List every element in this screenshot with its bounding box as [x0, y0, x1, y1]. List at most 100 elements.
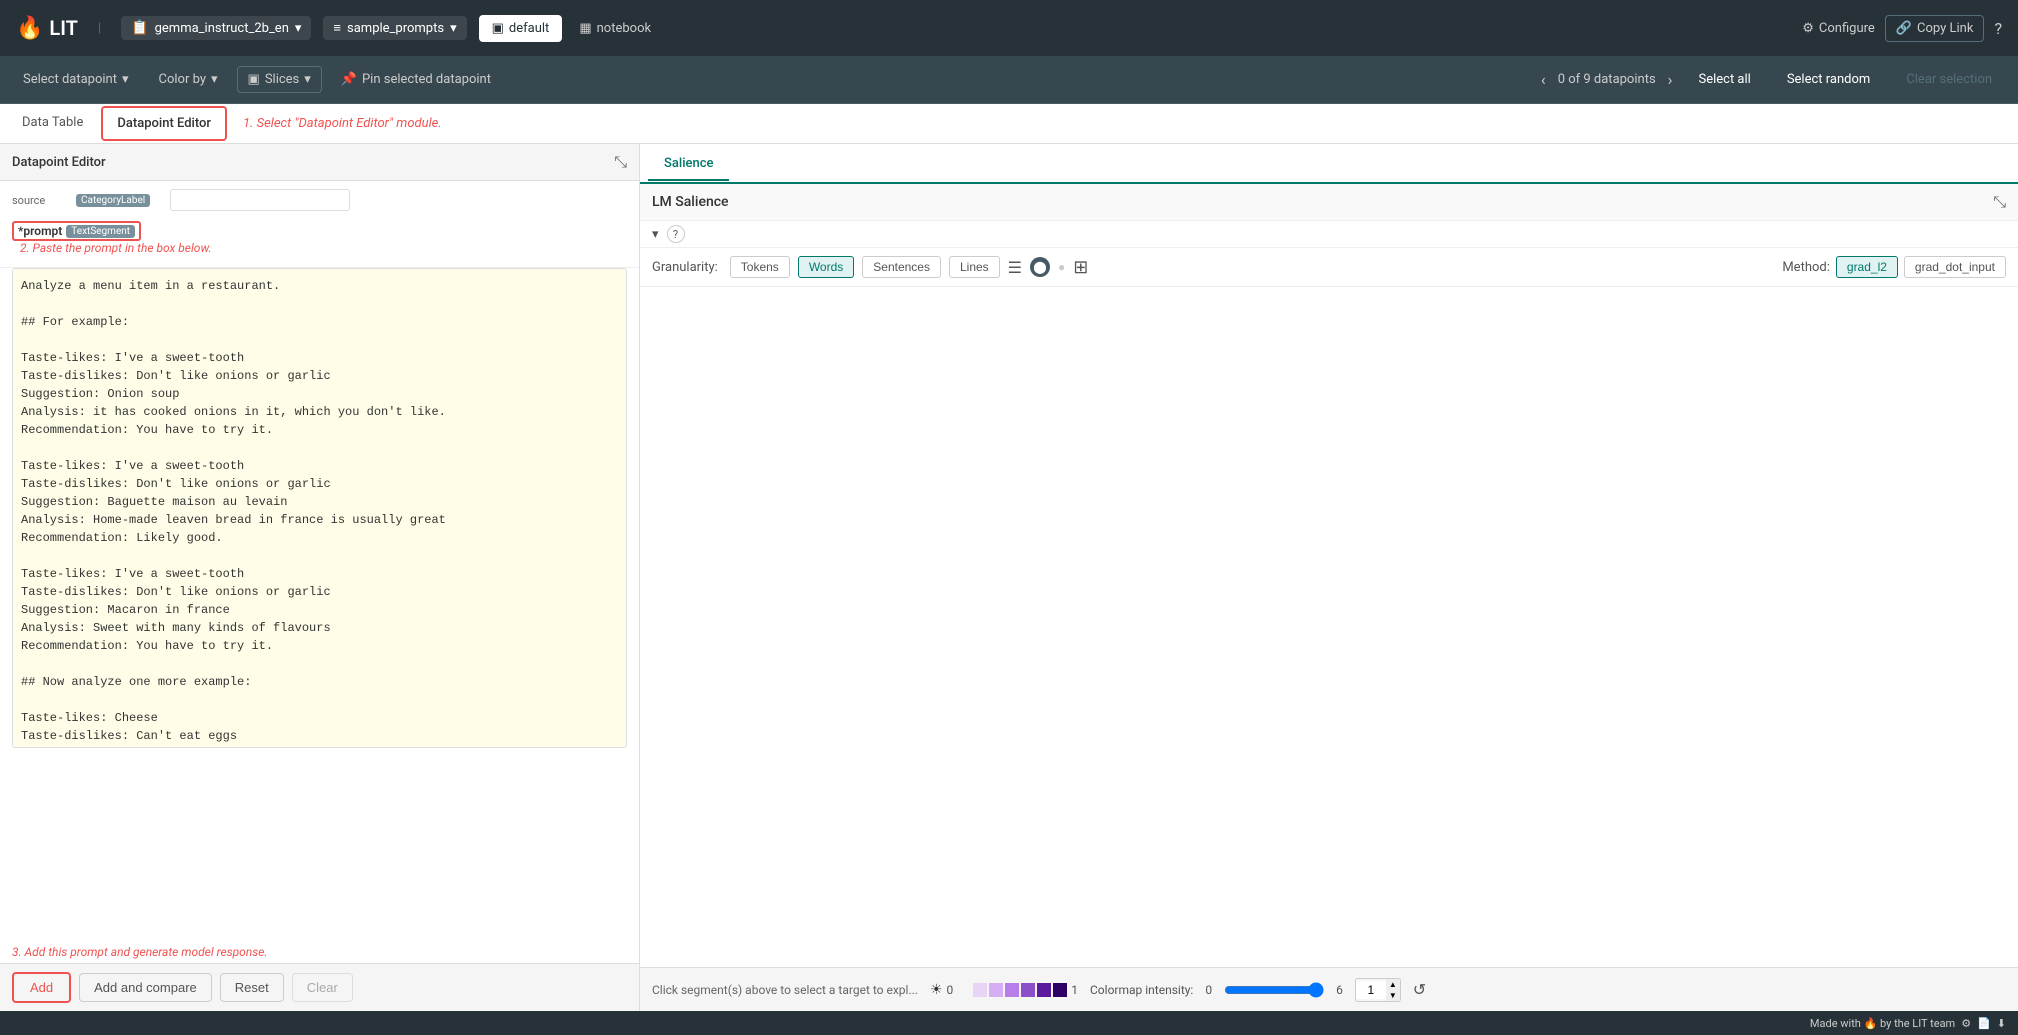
bottom-hint: Click segment(s) above to select a targe… — [652, 983, 918, 997]
main-layout: Datapoint Editor ⤡ source CategoryLabel … — [0, 144, 2018, 1011]
source-label: source — [12, 194, 72, 207]
source-tag: CategoryLabel — [76, 194, 150, 207]
method-grad-l2[interactable]: grad_l2 — [1836, 256, 1898, 278]
method-section: Method: grad_l2 grad_dot_input — [1782, 256, 2006, 278]
salience-min-label: 0 — [947, 983, 954, 997]
add-compare-button[interactable]: Add and compare — [79, 973, 212, 1002]
granularity-tokens[interactable]: Tokens — [730, 256, 790, 278]
add-button[interactable]: Add — [12, 972, 71, 1003]
color-by-button[interactable]: Color by ▾ — [148, 66, 229, 93]
pin-label: Pin selected datapoint — [362, 72, 491, 87]
spinner-value[interactable] — [1356, 981, 1386, 999]
spinner-down[interactable]: ▼ — [1386, 990, 1400, 1001]
select-datapoint-arrow: ▾ — [122, 72, 129, 87]
clear-selection-button[interactable]: Clear selection — [1892, 66, 2006, 93]
panel-title: Datapoint Editor — [12, 155, 106, 170]
nav-notebook[interactable]: ▦ notebook — [566, 15, 664, 42]
dp-bottom-bar: Add Add and compare Reset Clear — [0, 963, 639, 1011]
list-view-icon[interactable]: ☰ — [1008, 258, 1022, 277]
pin-icon: 📌 — [341, 72, 357, 87]
source-input[interactable] — [170, 189, 350, 211]
expand-icon[interactable]: ⤡ — [614, 152, 627, 172]
spinner-up[interactable]: ▲ — [1386, 979, 1400, 990]
select-all-button[interactable]: Select all — [1684, 66, 1764, 93]
next-datapoint-button[interactable]: › — [1664, 68, 1677, 91]
header-separator: | — [98, 21, 101, 36]
select-random-button[interactable]: Select random — [1773, 66, 1885, 93]
slices-label: Slices — [265, 72, 299, 87]
dataset-dropdown-icon: ▾ — [450, 21, 457, 36]
granularity-words[interactable]: Words — [798, 256, 854, 278]
nav-group: ▣ default ▦ notebook — [479, 15, 664, 42]
notebook-nav-icon: ▦ — [579, 21, 591, 36]
toggle-off-icon: ● — [1058, 260, 1065, 274]
salience-color-4 — [1021, 983, 1035, 997]
dataset-selector[interactable]: ≡ sample_prompts ▾ — [323, 16, 466, 40]
clear-button[interactable]: Clear — [292, 973, 353, 1002]
lm-content — [640, 287, 2018, 967]
tab-data-table[interactable]: Data Table — [8, 107, 97, 140]
salience-color-1 — [973, 983, 987, 997]
color-by-label: Color by — [159, 72, 206, 87]
colormap-min: 0 — [1205, 983, 1212, 997]
right-panel-content: LM Salience ⤡ ▾ ? Granularity: Tokens Wo… — [640, 184, 2018, 1011]
select-datapoint-button[interactable]: Select datapoint ▾ — [12, 66, 140, 93]
nav-default[interactable]: ▣ default — [479, 15, 563, 42]
salience-scale: ☀ 0 1 — [930, 982, 1078, 998]
gear-icon: ⚙ — [1802, 21, 1814, 36]
pin-button[interactable]: 📌 Pin selected datapoint — [330, 66, 502, 93]
granularity-sentences[interactable]: Sentences — [862, 256, 941, 278]
model-dropdown-icon: ▾ — [295, 21, 302, 36]
refresh-button[interactable]: ↺ — [1413, 980, 1426, 999]
footer-file-icon[interactable]: 📄 — [1977, 1017, 1991, 1030]
model-icon: 📋 — [131, 20, 148, 36]
method-grad-dot[interactable]: grad_dot_input — [1904, 256, 2006, 278]
header: 🔥 LIT | 📋 gemma_instruct_2b_en ▾ ≡ sampl… — [0, 0, 2018, 56]
colormap-slider[interactable] — [1224, 982, 1324, 998]
salience-bottom-bar: Click segment(s) above to select a targe… — [640, 967, 2018, 1011]
copy-link-button[interactable]: 🔗 Copy Link — [1885, 15, 1985, 42]
slices-dropdown[interactable]: ▣ Slices ▾ — [237, 66, 322, 93]
dropdown-icon[interactable]: ▾ — [652, 227, 659, 242]
granularity-lines[interactable]: Lines — [949, 256, 1000, 278]
prompt-textarea[interactable]: Analyze a menu item in a restaurant. ## … — [12, 268, 627, 748]
copy-link-label: Copy Link — [1917, 21, 1973, 36]
slices-arrow: ▾ — [304, 72, 311, 87]
colormap-label: Colormap intensity: — [1090, 983, 1193, 997]
prev-datapoint-button[interactable]: ‹ — [1537, 68, 1550, 91]
app-title: LIT — [49, 16, 78, 40]
help-button[interactable]: ? — [1994, 19, 2002, 38]
bottom-instruction: 3. Add this prompt and generate model re… — [0, 943, 639, 963]
footer-download-icon[interactable]: ⬇ — [1997, 1017, 2006, 1030]
spinner-input: ▲ ▼ — [1355, 978, 1401, 1002]
lm-expand-icon[interactable]: ⤡ — [1993, 192, 2006, 212]
reset-button[interactable]: Reset — [220, 973, 284, 1002]
footer-text: Made with 🔥 by the LIT team — [1810, 1017, 1955, 1030]
salience-color-5 — [1037, 983, 1051, 997]
prompt-outline: *prompt TextSegment — [12, 221, 141, 241]
lm-salience-title: LM Salience — [652, 194, 729, 210]
salience-color-3 — [1005, 983, 1019, 997]
instruction-1: 1. Select "Datapoint Editor" module. — [243, 116, 442, 131]
left-panel: Datapoint Editor ⤡ source CategoryLabel … — [0, 144, 640, 1011]
module-tab-bar: Data Table Datapoint Editor 1. Select "D… — [0, 104, 2018, 144]
salience-color-0 — [957, 983, 971, 997]
grid-icon[interactable]: ⊞ — [1073, 257, 1088, 278]
tab-datapoint-editor[interactable]: Datapoint Editor — [101, 106, 227, 141]
footer: Made with 🔥 by the LIT team ⚙ 📄 ⬇ — [0, 1011, 2018, 1035]
footer-settings-icon[interactable]: ⚙ — [1961, 1017, 1971, 1030]
toolbar: Select datapoint ▾ Color by ▾ ▣ Slices ▾… — [0, 56, 2018, 104]
configure-button[interactable]: ⚙ Configure — [1802, 21, 1875, 36]
prompt-row: *prompt TextSegment — [12, 217, 627, 241]
source-row: source CategoryLabel — [12, 189, 627, 211]
flame-icon: 🔥 — [16, 16, 43, 41]
salience-color-scale — [957, 983, 1067, 997]
app-logo: 🔥 LIT — [16, 16, 78, 41]
colormap-max: 6 — [1336, 983, 1343, 997]
model-selector[interactable]: 📋 gemma_instruct_2b_en ▾ — [121, 16, 311, 40]
info-icon[interactable]: ? — [667, 225, 685, 243]
toggle-circle[interactable]: ⬤ — [1030, 257, 1050, 277]
granularity-label: Granularity: — [652, 260, 718, 275]
tab-salience[interactable]: Salience — [648, 148, 729, 181]
configure-label: Configure — [1819, 21, 1875, 36]
